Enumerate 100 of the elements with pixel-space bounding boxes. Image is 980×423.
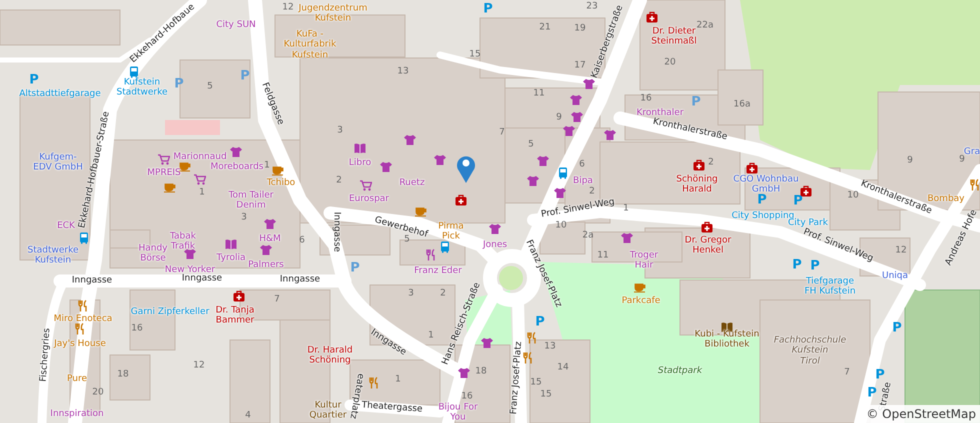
street-label: Straße [878, 382, 894, 412]
place-label: Bipa [573, 176, 593, 186]
street-label: Inngasse [72, 276, 112, 286]
house-number: 17 [574, 62, 586, 70]
house-number: 10 [847, 192, 859, 200]
book-icon [354, 142, 366, 154]
house-number: 6 [579, 160, 585, 170]
street-label: Franz Josef-Platz [510, 341, 524, 415]
place-label: New Yorker [164, 264, 216, 275]
place-label: Altstadttiefgarage [19, 88, 101, 100]
house-number: 12 [895, 246, 907, 256]
place-label: Miro Enoteca [54, 314, 112, 324]
house-number: 9 [959, 156, 965, 164]
cutlery-icon [425, 249, 437, 261]
place-label: Jugendzentrum Kufstein [298, 4, 368, 24]
place-label: Moreboards [210, 162, 264, 172]
place-label: ECK [57, 220, 75, 232]
house-number: 12 [282, 4, 294, 12]
house-number: 16a [734, 100, 750, 110]
place-label: Jones [482, 240, 508, 250]
place-label: City SUN [216, 20, 256, 30]
house-number: 15 [530, 378, 542, 388]
shirt-icon [554, 187, 566, 199]
street-label: Prof. Sinwel-Weg [540, 198, 616, 220]
place-label: Kultur Quartier [309, 400, 347, 422]
cup-icon [415, 205, 427, 217]
parking-sign: P [867, 386, 877, 400]
cutlery-icon [522, 352, 534, 364]
shirt-icon [621, 232, 633, 244]
cutlery-icon [74, 323, 86, 335]
shirt-icon [489, 223, 501, 235]
parking-sign: P [793, 194, 803, 208]
medical-kit-icon [455, 194, 467, 206]
cutlery-icon [368, 377, 380, 389]
place-label: Kufstein Stadtwerke [116, 78, 168, 98]
shirt-icon [458, 367, 470, 379]
place-label: MPREIS [147, 168, 181, 178]
house-number: 6 [299, 236, 305, 246]
street-label: Inngasse [182, 274, 222, 284]
medical-kit-icon [646, 11, 658, 23]
cart-icon [194, 173, 206, 185]
place-label: Schöning Harald [676, 174, 718, 196]
shirt-icon [527, 175, 539, 187]
house-number: 20 [92, 388, 104, 398]
medical-kit-icon [746, 162, 758, 174]
book-icon [225, 238, 237, 250]
medical-kit-icon [701, 221, 713, 233]
place-label: Garni Zipferkeller [130, 306, 210, 318]
place-label: Stadtwerke Kufstein [27, 246, 79, 266]
place-label: Ruetz [399, 178, 425, 188]
shirt-icon [380, 161, 392, 173]
house-number: 18 [117, 370, 129, 380]
house-number: 1 [264, 162, 270, 170]
house-number: 3 [408, 290, 414, 298]
shirt-icon [481, 337, 493, 349]
cup-icon [634, 281, 646, 293]
place-label: Jay's House [54, 338, 106, 350]
cup-icon [272, 164, 284, 176]
place-label: Palmers [248, 260, 284, 270]
parking-sign: P [174, 78, 184, 90]
house-number: 10 [555, 222, 567, 230]
cart-icon [360, 179, 372, 191]
parking-sign: P [535, 316, 545, 328]
parking-sign: P [810, 260, 820, 272]
place-label: Eurospar [348, 194, 390, 204]
parking-sign: P [350, 262, 360, 274]
place-label: Franz Eder [414, 266, 462, 276]
parking-sign: P [892, 322, 902, 334]
house-number: 1 [395, 376, 401, 384]
house-number: 14 [557, 364, 569, 372]
monument-circle [499, 266, 523, 290]
house-number: 7 [499, 128, 505, 138]
house-number: 2a [582, 232, 594, 240]
place-label: Tiefgarage FH Kufstein [804, 276, 856, 298]
place-label: Libro [348, 158, 372, 168]
medical-kit-icon [233, 290, 245, 302]
medical-kit-icon [693, 159, 705, 171]
place-label: H&M [259, 234, 281, 244]
house-number: 21 [539, 24, 551, 32]
house-number: 1 [199, 188, 205, 198]
shirt-icon [570, 94, 582, 106]
place-label: Innspiration [50, 408, 104, 420]
house-number: 22a [696, 22, 714, 30]
place-label: Tom Tailer Denim [228, 190, 274, 212]
medical-kit-icon [800, 185, 812, 197]
cutlery-icon [77, 300, 89, 312]
shirt-icon [184, 248, 196, 260]
place-label: KuFa - Kulturfabrik Kufstein [284, 29, 336, 61]
place-label: Tyrolia [216, 252, 246, 264]
bus-icon [439, 241, 451, 253]
parking-sign: P [483, 2, 493, 16]
parking-sign: P [757, 194, 767, 206]
house-number: 16 [461, 392, 473, 402]
place-label: CGO Wohnbau GmbH [733, 174, 799, 195]
house-number: 11 [597, 252, 609, 260]
cup-icon [164, 181, 176, 193]
street-label: Inngasse [332, 212, 340, 252]
house-number: 7 [844, 368, 850, 378]
place-label: Kubi - Kufstein Bibliothek [694, 330, 760, 350]
place-label: Stadtpark [658, 366, 702, 376]
